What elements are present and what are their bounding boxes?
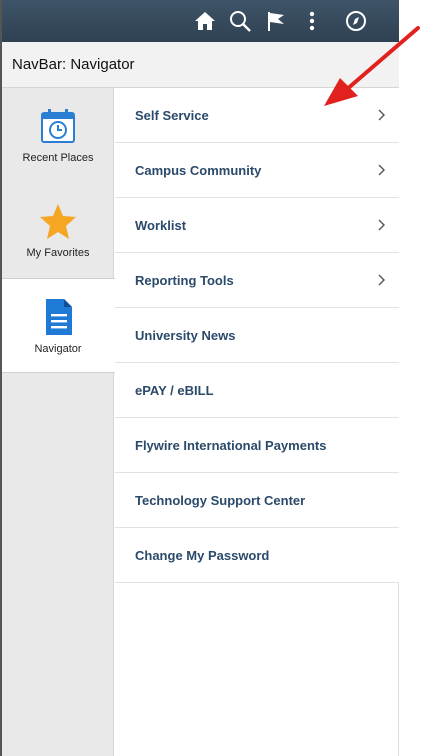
menu-item-reporting-tools[interactable]: Reporting Tools xyxy=(115,253,399,308)
left-nav: Recent Places My Favorites Navigator xyxy=(2,88,115,756)
menu-item-label: Campus Community xyxy=(135,163,262,178)
menu-item-label: Worklist xyxy=(135,218,187,233)
navigator-panel: NavBar: Navigator Recent Places My Favor… xyxy=(0,0,399,756)
search-icon[interactable] xyxy=(226,7,254,35)
star-icon xyxy=(38,201,78,241)
home-icon[interactable] xyxy=(191,7,219,35)
menu-item-university-news[interactable]: University News xyxy=(115,308,399,363)
menu-item-worklist[interactable]: Worklist xyxy=(115,198,399,253)
document-icon xyxy=(38,297,78,337)
chevron-right-icon xyxy=(377,273,387,287)
flag-icon[interactable] xyxy=(262,7,290,35)
menu-item-label: Flywire International Payments xyxy=(135,438,327,453)
menu-item-label: Technology Support Center xyxy=(135,493,306,508)
menu-item-label: Self Service xyxy=(135,108,209,123)
left-nav-item-my-favorites[interactable]: My Favorites xyxy=(2,183,114,278)
chevron-right-icon xyxy=(377,218,387,232)
left-nav-label: Recent Places xyxy=(22,152,94,164)
annotation-arrow-icon xyxy=(318,24,421,108)
chevron-right-icon xyxy=(377,163,387,177)
menu-item-label: Reporting Tools xyxy=(135,273,234,288)
menu-item-label: Change My Password xyxy=(135,548,270,563)
menu-item-change-my-password[interactable]: Change My Password xyxy=(115,528,399,583)
left-nav-item-recent-places[interactable]: Recent Places xyxy=(2,88,114,183)
navigator-menu: Self Service Campus Community Worklist R… xyxy=(115,88,399,583)
menu-item-technology-support-center[interactable]: Technology Support Center xyxy=(115,473,399,528)
chevron-right-icon xyxy=(377,108,387,122)
left-nav-label: My Favorites xyxy=(26,247,90,259)
left-nav-item-navigator[interactable]: Navigator xyxy=(2,278,115,373)
menu-item-label: University News xyxy=(135,328,236,343)
left-nav-label: Navigator xyxy=(34,343,82,355)
menu-item-campus-community[interactable]: Campus Community xyxy=(115,143,399,198)
menu-item-epay-ebill[interactable]: ePAY / eBILL xyxy=(115,363,399,418)
menu-item-label: ePAY / eBILL xyxy=(135,383,214,398)
menu-item-flywire-international-payments[interactable]: Flywire International Payments xyxy=(115,418,399,473)
calendar-clock-icon xyxy=(38,106,78,146)
page-title: NavBar: Navigator xyxy=(12,56,135,73)
